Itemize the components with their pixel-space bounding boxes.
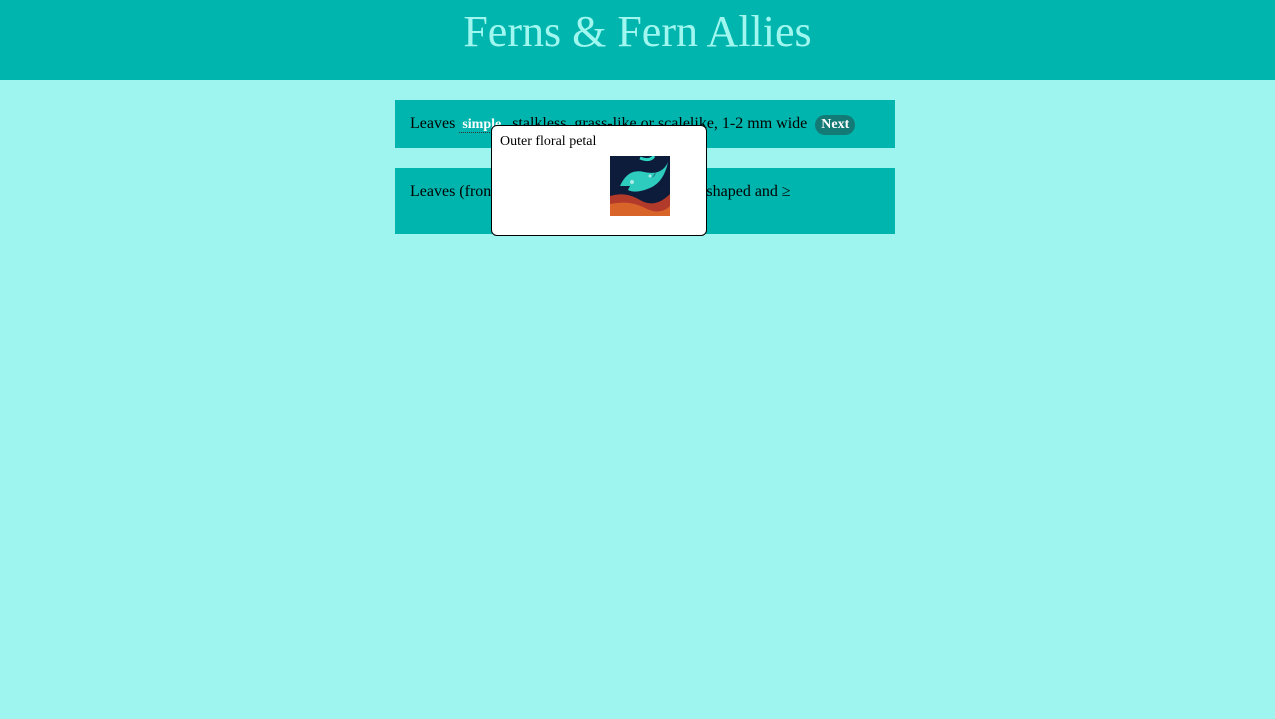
page-header: Ferns & Fern Allies <box>0 0 1275 80</box>
petal-thumbnail-image <box>610 156 670 216</box>
tooltip-text: Outer floral petal <box>500 134 597 149</box>
next-button[interactable]: Next <box>815 115 856 135</box>
page-title: Ferns & Fern Allies <box>463 7 812 56</box>
petal-image-icon <box>610 156 670 216</box>
choice-1-prefix: Leaves <box>410 115 456 132</box>
glossary-tooltip: Outer floral petal <box>491 125 707 236</box>
